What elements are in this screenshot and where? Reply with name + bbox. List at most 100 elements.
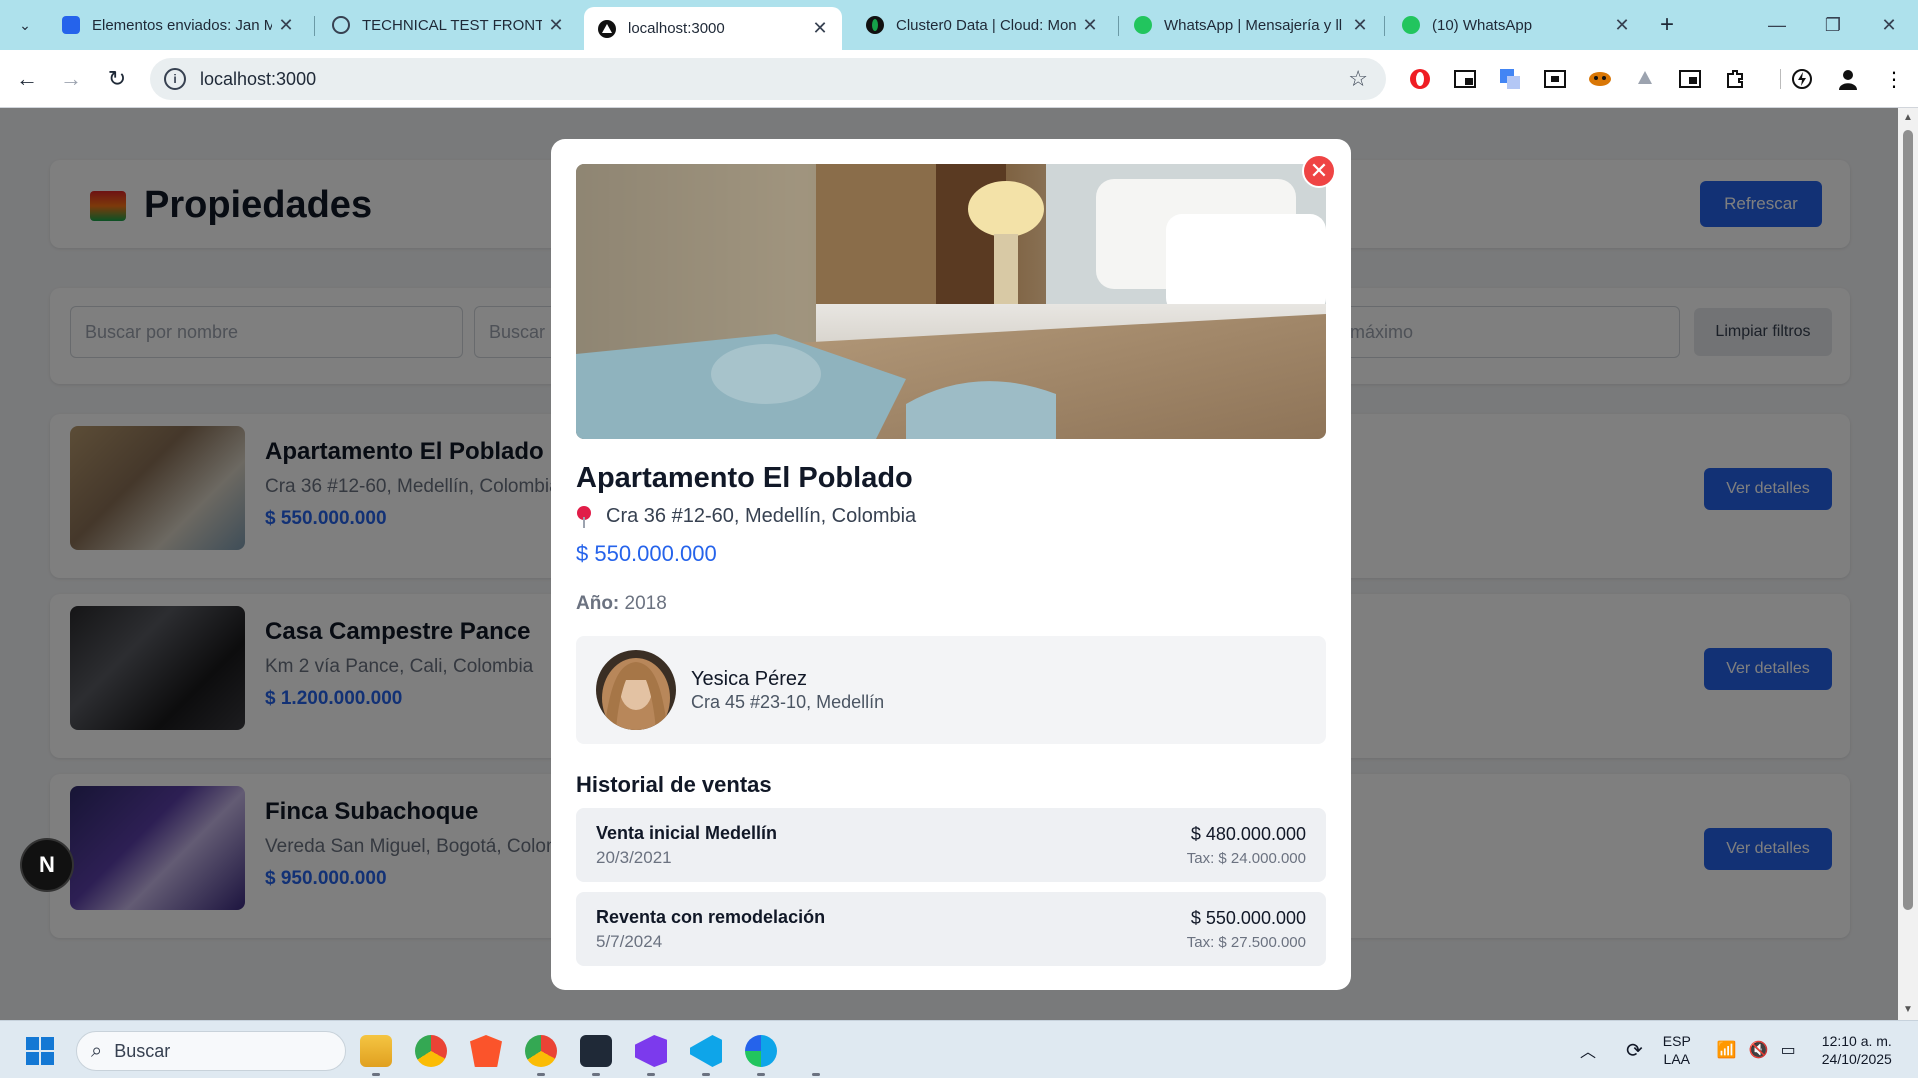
minimize-icon[interactable]: — <box>1762 10 1792 40</box>
whatsapp-icon <box>1134 16 1152 34</box>
media-icon[interactable] <box>1543 67 1567 91</box>
wifi-icon[interactable]: 📶 <box>1717 1040 1737 1060</box>
property-hero-image <box>576 164 1326 439</box>
cast-icon[interactable] <box>1678 67 1702 91</box>
location-pin-icon <box>576 505 592 528</box>
chevron-down-icon: ⌄ <box>19 16 31 33</box>
close-tab-icon[interactable]: ✕ <box>278 15 294 36</box>
sale-item: Venta inicial Medellín 20/3/2021 $ 480.0… <box>576 808 1326 882</box>
chrome-icon[interactable] <box>415 1035 447 1067</box>
close-tab-icon[interactable]: ✕ <box>548 15 564 36</box>
opera-icon[interactable] <box>1408 67 1432 91</box>
sale-date: 20/3/2021 <box>596 848 672 867</box>
extension-mask-icon[interactable] <box>1588 67 1612 91</box>
translate-icon[interactable] <box>1498 67 1522 91</box>
running-indicator <box>702 1073 710 1076</box>
tab-technical-test[interactable]: TECHNICAL TEST FRONTEN ✕ <box>318 7 578 43</box>
vscode-icon[interactable] <box>690 1035 722 1067</box>
extension-drop-icon[interactable] <box>1633 67 1657 91</box>
scroll-thumb[interactable] <box>1903 130 1913 910</box>
close-tab-icon[interactable]: ✕ <box>812 18 828 39</box>
running-indicator <box>372 1073 380 1076</box>
tab-separator <box>1118 16 1119 36</box>
tab-search-button[interactable]: ⌄ <box>8 11 42 39</box>
reload-icon[interactable]: ↻ <box>102 64 132 94</box>
taskbar-search-box[interactable]: ⌕ Buscar <box>76 1031 346 1071</box>
tab-whatsapp-mensajeria[interactable]: WhatsApp | Mensajería y ll ✕ <box>1120 7 1382 43</box>
address-bar[interactable]: i localhost:3000 ☆ <box>150 58 1386 100</box>
site-info-icon[interactable]: i <box>164 68 186 90</box>
running-indicator <box>812 1073 820 1076</box>
property-detail-modal: ✕ Apartamento El Poblado Cra 36 #12-60, … <box>551 139 1351 990</box>
battery-icon[interactable]: ▭ <box>1781 1040 1796 1060</box>
globe-icon <box>332 16 350 34</box>
chrome-profile-icon[interactable] <box>525 1035 557 1067</box>
chevron-up-icon[interactable]: ︿ <box>1580 1038 1596 1062</box>
bookmark-star-icon[interactable]: ☆ <box>1348 66 1368 92</box>
scroll-down-icon[interactable]: ▼ <box>1902 1004 1914 1015</box>
close-tab-icon[interactable]: ✕ <box>1352 15 1368 36</box>
page-scrollbar[interactable]: ▲ ▼ <box>1898 108 1918 1020</box>
year-label: Año: <box>576 593 620 614</box>
visual-studio-icon[interactable] <box>635 1035 667 1067</box>
sync-icon[interactable]: ⟳ <box>1626 1038 1643 1063</box>
search-icon: ⌕ <box>91 1039 103 1062</box>
window-close-icon[interactable]: ✕ <box>1874 10 1904 40</box>
sale-item: Reventa con remodelación 5/7/2024 $ 550.… <box>576 892 1326 966</box>
windows-start-icon[interactable] <box>26 1037 54 1065</box>
tab-localhost[interactable]: localhost:3000 ✕ <box>584 7 842 50</box>
running-indicator <box>757 1073 765 1076</box>
sale-name: Reventa con remodelación <box>596 907 826 927</box>
close-modal-button[interactable]: ✕ <box>1302 154 1336 188</box>
tab-cluster0[interactable]: Cluster0 Data | Cloud: Mon ✕ <box>852 7 1112 43</box>
forward-icon[interactable]: → <box>56 64 86 94</box>
windows-taskbar: ⌕ Buscar ︿ ⟳ ESP LAA 📶 🔇 ▭ 12:10 a. m. 2… <box>0 1020 1918 1078</box>
edge-icon[interactable] <box>745 1035 777 1067</box>
modal-property-year: Año: 2018 <box>576 593 667 615</box>
sale-tax: Tax: $ 24.000.000 <box>1186 850 1306 867</box>
profile-avatar-icon[interactable] <box>1836 67 1860 91</box>
performance-icon[interactable] <box>1790 67 1814 91</box>
owner-address: Cra 45 #23-10, Medellín <box>691 692 885 712</box>
owner-card: Yesica Pérez Cra 45 #23-10, Medellín <box>576 636 1326 744</box>
system-tray: ︿ ⟳ ESP LAA 📶 🔇 ▭ 12:10 a. m. 24/10/2025 <box>1580 1021 1892 1078</box>
scroll-up-icon[interactable]: ▲ <box>1902 112 1914 123</box>
file-explorer-icon[interactable] <box>360 1035 392 1067</box>
year-value: 2018 <box>624 593 667 614</box>
close-tab-icon[interactable]: ✕ <box>1082 15 1098 36</box>
running-indicator <box>537 1073 545 1076</box>
url-text[interactable]: localhost:3000 <box>200 69 1348 90</box>
sale-tax: Tax: $ 27.500.000 <box>1186 934 1306 951</box>
sale-name: Venta inicial Medellín <box>596 823 778 843</box>
new-tab-button[interactable]: + <box>1652 10 1682 40</box>
running-indicator <box>647 1073 655 1076</box>
restore-icon[interactable]: ❐ <box>1818 10 1848 40</box>
picture-in-picture-icon[interactable] <box>1453 67 1477 91</box>
browser-tab-strip: ⌄ Elementos enviados: Jan M ✕ TECHNICAL … <box>0 0 1918 50</box>
back-icon[interactable]: ← <box>12 64 42 94</box>
running-indicator <box>592 1073 600 1076</box>
tab-separator <box>1384 16 1385 36</box>
mongodb-leaf-icon <box>866 16 884 34</box>
brave-icon[interactable] <box>470 1035 502 1067</box>
browser-toolbar: ← → ↻ i localhost:3000 ☆ ⋮ <box>0 50 1918 108</box>
whatsapp-icon <box>1402 16 1420 34</box>
tab-elementos-enviados[interactable]: Elementos enviados: Jan M ✕ <box>48 7 308 43</box>
volume-muted-icon[interactable]: 🔇 <box>1749 1040 1769 1060</box>
owner-name: Yesica Pérez <box>691 668 807 690</box>
nextjs-dev-badge[interactable]: N <box>22 840 72 890</box>
extensions-puzzle-icon[interactable] <box>1723 67 1747 91</box>
tab-whatsapp[interactable]: (10) WhatsApp ✕ <box>1388 7 1644 43</box>
sale-date: 5/7/2024 <box>596 932 663 951</box>
triangle-icon <box>598 19 616 38</box>
close-tab-icon[interactable]: ✕ <box>1614 15 1630 36</box>
menu-kebab-icon[interactable]: ⋮ <box>1882 67 1906 91</box>
sale-value: $ 480.000.000 <box>1190 824 1306 844</box>
clock[interactable]: 12:10 a. m. 24/10/2025 <box>1822 1032 1892 1068</box>
modal-property-address: Cra 36 #12-60, Medellín, Colombia <box>576 505 916 528</box>
modal-property-price: $ 550.000.000 <box>576 541 717 566</box>
toolbar-divider <box>1768 67 1792 91</box>
terminal-icon[interactable] <box>580 1035 612 1067</box>
owner-avatar <box>596 650 676 730</box>
language-indicator[interactable]: ESP LAA <box>1663 1032 1691 1068</box>
